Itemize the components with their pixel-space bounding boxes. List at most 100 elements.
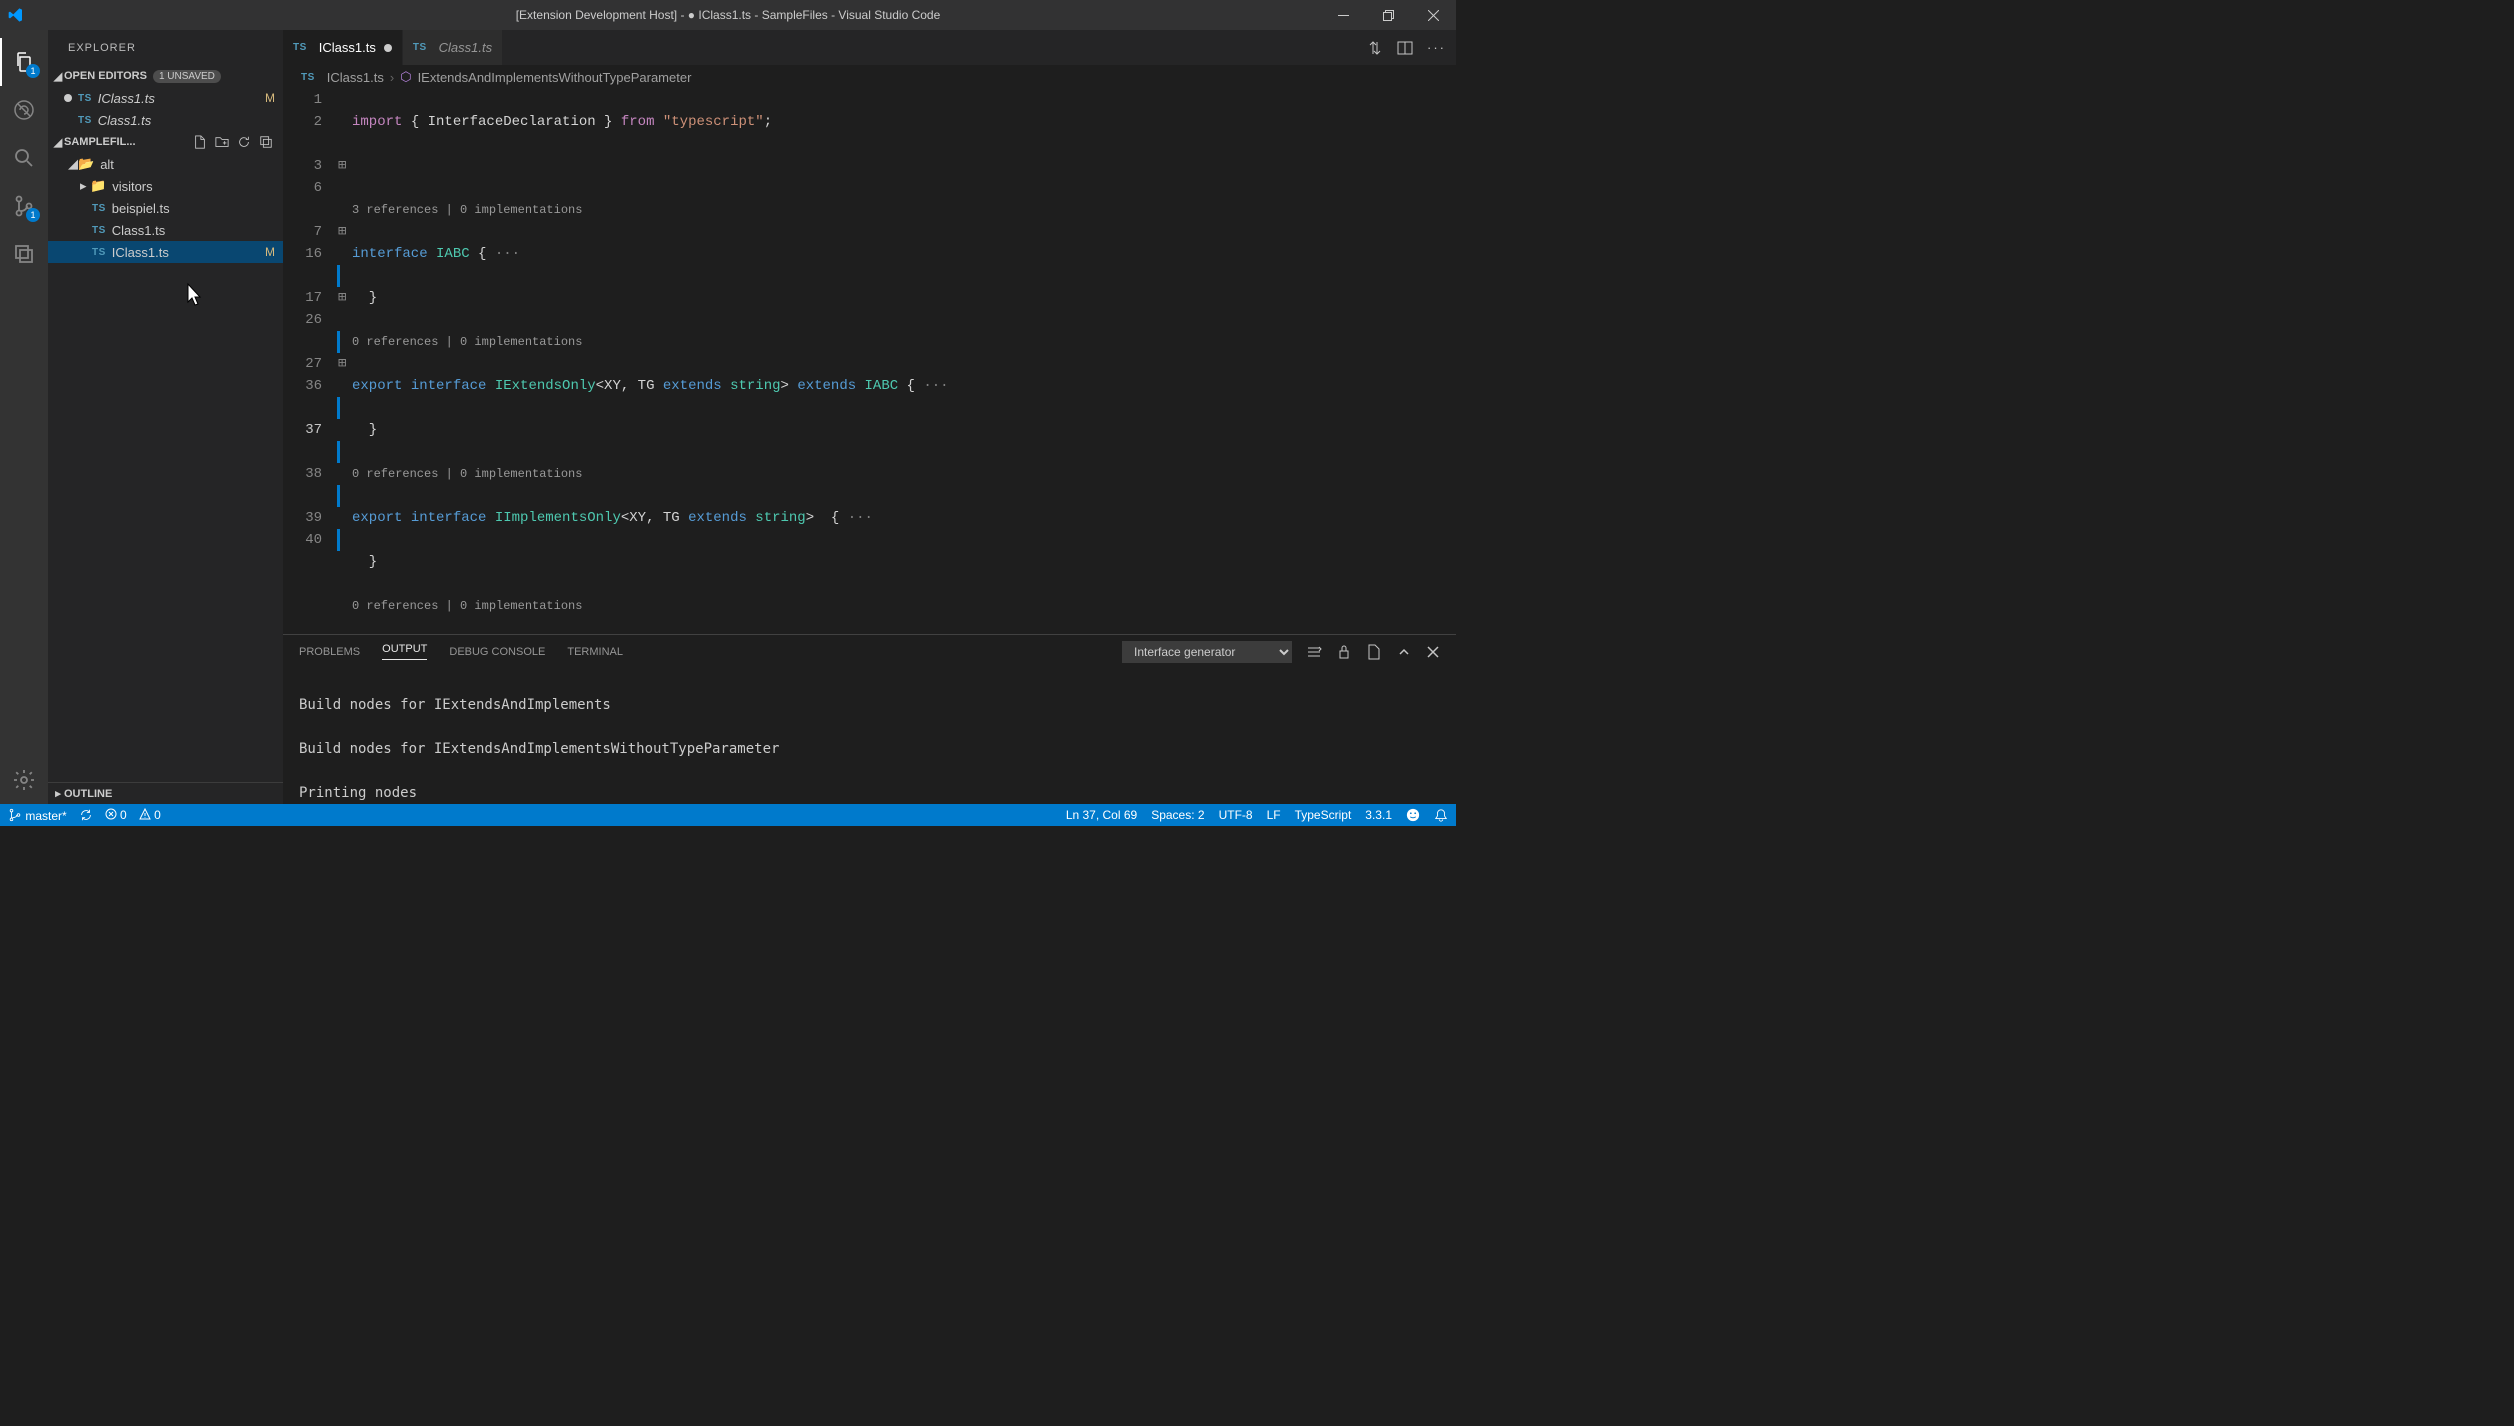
ts-icon: TS (301, 72, 315, 83)
maximize-button[interactable] (1366, 0, 1411, 30)
sync-icon[interactable] (79, 808, 93, 822)
status-errors[interactable]: 0 (105, 808, 127, 822)
breadcrumb[interactable]: TS IClass1.ts › ⬡ IExtendsAndImplementsW… (283, 65, 1456, 89)
line-indicator (337, 485, 340, 507)
explorer-sidebar: EXPLORER ◢ OPEN EDITORS 1 UNSAVED TS ICl… (48, 30, 283, 804)
outline-header[interactable]: ▸ OUTLINE (48, 782, 283, 804)
dirty-dot-icon (384, 44, 392, 52)
chevron-right-icon: › (390, 70, 394, 85)
interface-icon: ⬡ (400, 69, 411, 85)
codelens[interactable]: 0 references | 0 implementations (352, 463, 1456, 485)
minimap[interactable] (1438, 89, 1456, 634)
tree-file-beispiel[interactable]: TS beispiel.ts (48, 197, 283, 219)
status-eol[interactable]: LF (1267, 808, 1281, 822)
activity-references[interactable] (0, 230, 48, 278)
close-button[interactable] (1411, 0, 1456, 30)
vscode-icon (8, 7, 24, 23)
folder-name: alt (100, 157, 114, 172)
collapse-all-icon[interactable] (259, 135, 273, 149)
open-editor-label: Class1.ts (98, 113, 151, 128)
editor-area: TS IClass1.ts TS Class1.ts ··· TS IClass… (283, 30, 1456, 804)
split-editor-icon[interactable] (1397, 40, 1413, 56)
line-numbers: 12 36 716 1726 2736 37 38 3940 (283, 89, 338, 634)
open-editor-class1[interactable]: TS Class1.ts (48, 109, 283, 131)
breadcrumb-symbol[interactable]: IExtendsAndImplementsWithoutTypeParamete… (418, 70, 692, 85)
open-log-icon[interactable] (1366, 644, 1382, 660)
tab-label: IClass1.ts (319, 40, 376, 55)
line-indicator (337, 397, 340, 419)
folder-header[interactable]: ◢ SAMPLEFIL... (48, 131, 283, 153)
new-file-icon[interactable] (193, 135, 207, 149)
new-folder-icon[interactable] (215, 135, 229, 149)
output-channel-select[interactable]: Interface generator (1122, 641, 1292, 663)
panel-tab-debug[interactable]: DEBUG CONSOLE (449, 646, 545, 658)
activity-no-bugs[interactable] (0, 86, 48, 134)
statusbar: master* 0 0 Ln 37, Col 69 Spaces: 2 UTF-… (0, 804, 1456, 826)
tree-folder-alt[interactable]: ◢ 📂 alt (48, 153, 283, 175)
code-editor[interactable]: 12 36 716 1726 2736 37 38 3940 ⊞ ⊞ ⊞ ⊞ i… (283, 89, 1456, 634)
folder-label: SAMPLEFIL... (64, 136, 136, 148)
open-editor-label: IClass1.ts (98, 91, 155, 106)
file-name: Class1.ts (112, 223, 165, 238)
tree-file-class1[interactable]: TS Class1.ts (48, 219, 283, 241)
ts-icon: TS (92, 247, 106, 258)
ts-icon: TS (293, 42, 307, 53)
lock-scroll-icon[interactable] (1336, 644, 1352, 660)
modified-status: M (265, 245, 275, 259)
sidebar-title: EXPLORER (48, 30, 283, 65)
status-warnings[interactable]: 0 (139, 808, 161, 822)
ts-icon: TS (413, 42, 427, 53)
status-cursor[interactable]: Ln 37, Col 69 (1066, 808, 1137, 822)
codelens[interactable]: 0 references | 0 implementations (352, 595, 1456, 617)
panel-tab-problems[interactable]: PROBLEMS (299, 646, 360, 658)
fold-gutter[interactable]: ⊞ ⊞ ⊞ ⊞ (338, 89, 352, 634)
folder-icon: 📂 (78, 156, 94, 172)
status-branch[interactable]: master* (8, 808, 67, 823)
output-body[interactable]: Build nodes for IExtendsAndImplements Bu… (283, 668, 1456, 804)
panel-tabs: PROBLEMS OUTPUT DEBUG CONSOLE TERMINAL I… (283, 635, 1456, 668)
file-name: beispiel.ts (112, 201, 170, 216)
panel-close-icon[interactable] (1426, 645, 1440, 659)
codelens[interactable]: 3 references | 0 implementations (352, 199, 1456, 221)
minimize-button[interactable] (1321, 0, 1366, 30)
line-indicator (337, 529, 340, 551)
status-version[interactable]: 3.3.1 (1365, 808, 1392, 822)
unsaved-badge: 1 UNSAVED (153, 70, 221, 83)
open-editor-iclass1[interactable]: TS IClass1.ts M (48, 87, 283, 109)
breadcrumb-file[interactable]: IClass1.ts (327, 70, 384, 85)
panel-up-icon[interactable] (1396, 644, 1412, 660)
codelens[interactable]: 0 references | 0 implementations (352, 331, 1456, 353)
tree-file-iclass1[interactable]: TS IClass1.ts M (48, 241, 283, 263)
clear-output-icon[interactable] (1306, 644, 1322, 660)
tab-iclass1[interactable]: TS IClass1.ts (283, 30, 403, 65)
code-content[interactable]: import { InterfaceDeclaration } from "ty… (352, 89, 1456, 634)
activity-settings[interactable] (0, 756, 48, 804)
refresh-icon[interactable] (237, 135, 251, 149)
open-editors-header[interactable]: ◢ OPEN EDITORS 1 UNSAVED (48, 65, 283, 87)
activity-bar: 1 1 (0, 30, 48, 804)
window-title: [Extension Development Host] - ● IClass1… (516, 8, 941, 22)
active-line-indicator (337, 441, 340, 463)
status-language[interactable]: TypeScript (1295, 808, 1352, 822)
ts-icon: TS (78, 115, 92, 126)
bell-icon[interactable] (1434, 808, 1448, 822)
ts-icon: TS (92, 203, 106, 214)
tree-folder-visitors[interactable]: ▸ 📁 visitors (48, 175, 283, 197)
panel-tab-output[interactable]: OUTPUT (382, 643, 427, 660)
compare-icon[interactable] (1367, 40, 1383, 56)
panel: PROBLEMS OUTPUT DEBUG CONSOLE TERMINAL I… (283, 634, 1456, 804)
ts-icon: TS (78, 93, 92, 104)
panel-tab-terminal[interactable]: TERMINAL (567, 646, 623, 658)
activity-search[interactable] (0, 134, 48, 182)
folder-icon: 📁 (90, 178, 106, 194)
ts-icon: TS (92, 225, 106, 236)
status-spaces[interactable]: Spaces: 2 (1151, 808, 1204, 822)
scm-badge: 1 (26, 208, 40, 222)
activity-explorer[interactable]: 1 (0, 38, 48, 86)
tab-class1[interactable]: TS Class1.ts (403, 30, 503, 65)
feedback-icon[interactable] (1406, 808, 1420, 822)
more-icon[interactable]: ··· (1427, 40, 1446, 55)
status-encoding[interactable]: UTF-8 (1219, 808, 1253, 822)
modified-status: M (265, 91, 275, 105)
activity-scm[interactable]: 1 (0, 182, 48, 230)
